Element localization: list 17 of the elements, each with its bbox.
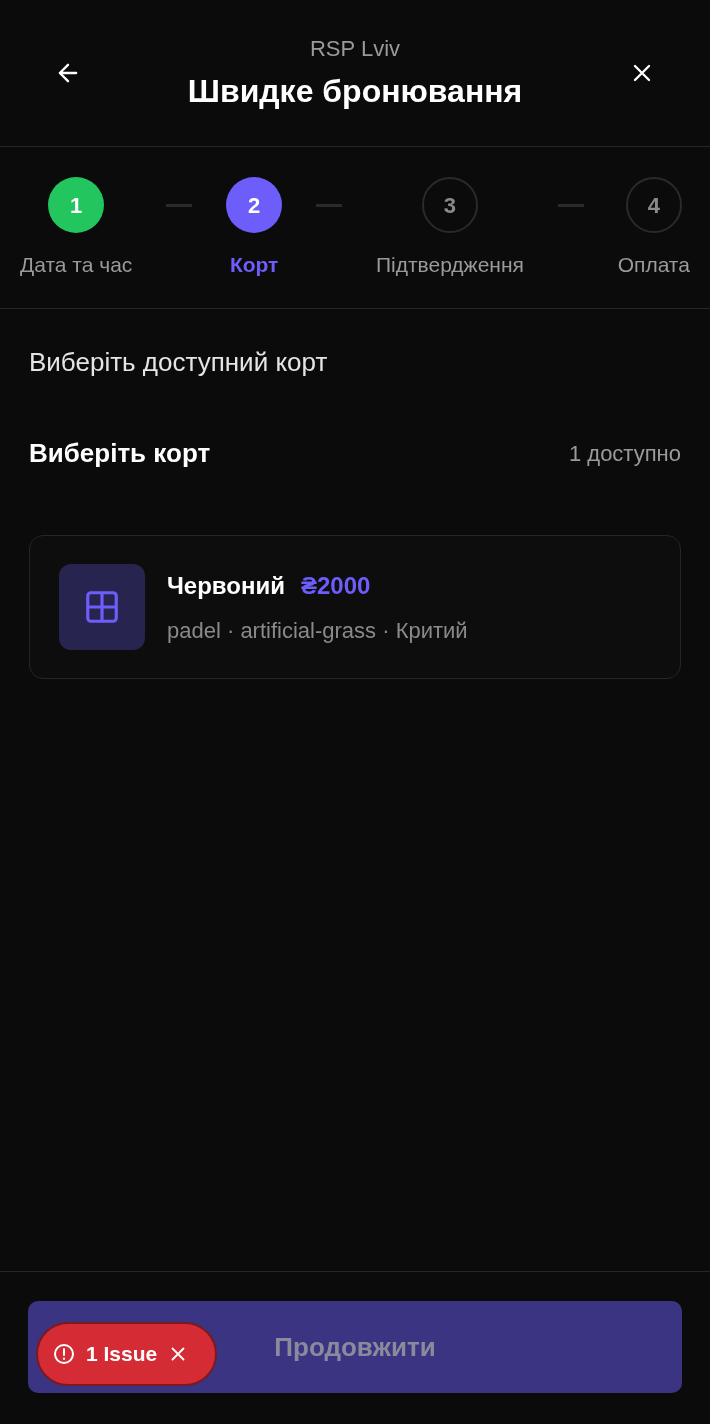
alert-icon — [52, 1342, 76, 1366]
venue-name: RSP Lviv — [309, 34, 401, 63]
court-name: Червоний — [167, 570, 285, 601]
issue-label: 1 Issue — [86, 1341, 158, 1368]
page-title: Швидке бронювання — [187, 71, 523, 111]
step-label: Дата та час — [20, 252, 133, 278]
step-label: Оплата — [617, 252, 690, 278]
section-title: Виберіть корт — [29, 437, 211, 470]
step-label: Підтвердження — [375, 252, 524, 278]
issue-badge[interactable]: 1 Issue — [36, 1322, 217, 1386]
court-icon — [59, 564, 145, 650]
available-count: 1 доступно — [568, 440, 681, 468]
step-label: Корт — [229, 252, 279, 278]
court-card[interactable]: Червоний ₴2000 padel · artificial-grass · Критий — [29, 535, 681, 679]
court-price: ₴2000 — [301, 570, 371, 601]
court-details: padel · artificial-grass · Критий — [167, 616, 468, 645]
prompt-text: Виберіть доступний корт — [29, 346, 329, 379]
